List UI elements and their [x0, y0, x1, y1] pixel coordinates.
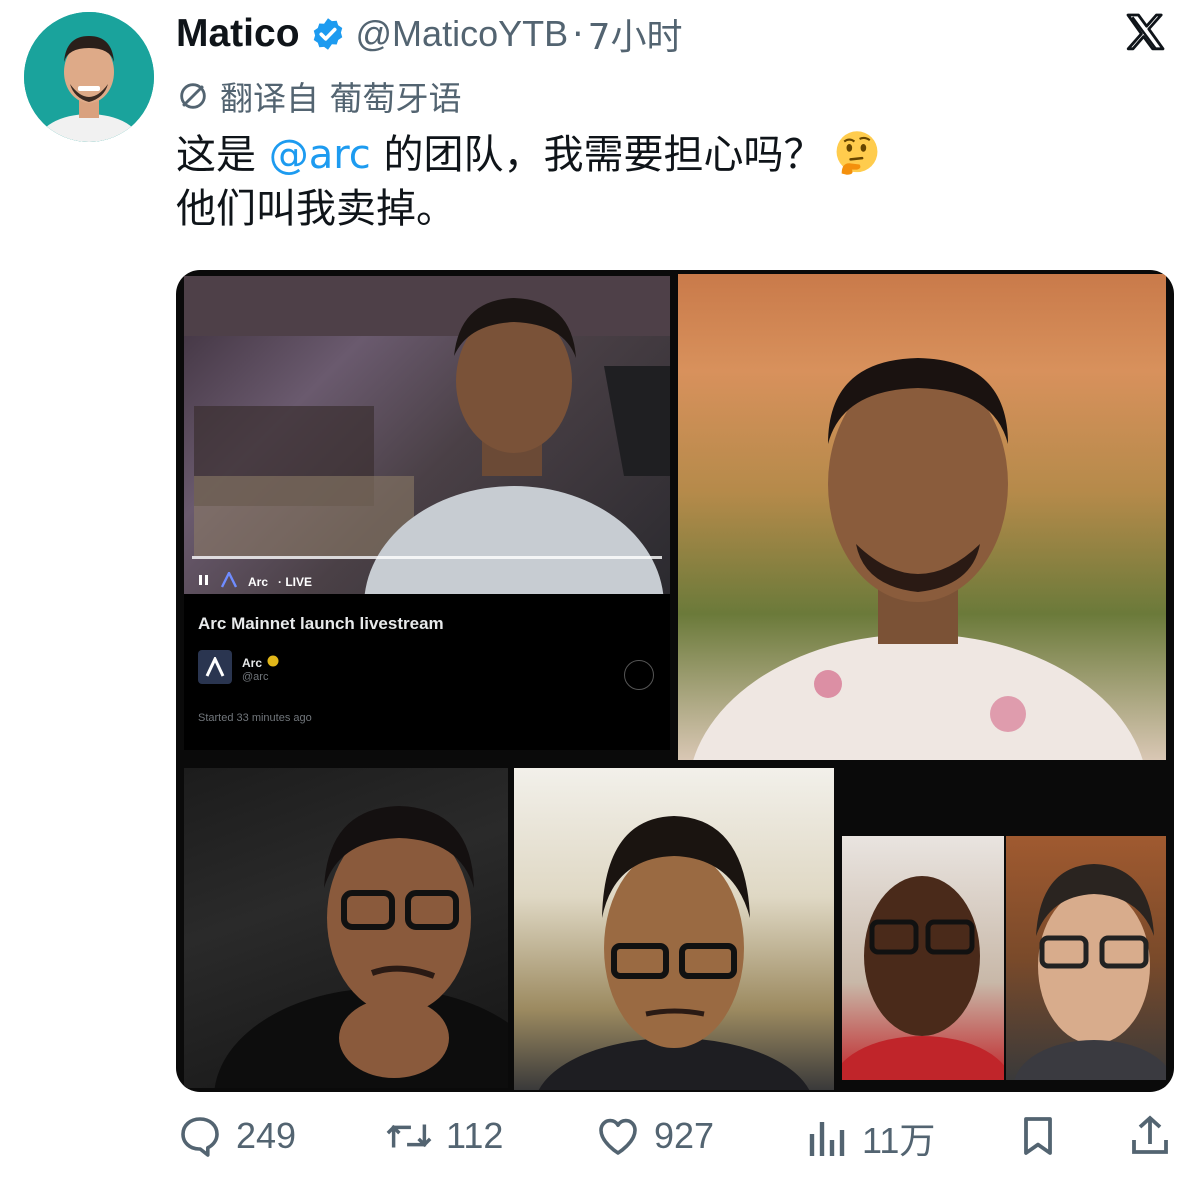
tweet-text: 这是 @arc 的团队，我需要担心吗？ 他们叫我卖掉。 — [176, 128, 1136, 236]
reply-button[interactable]: 249 — [176, 1112, 296, 1160]
header-separator: · — [572, 13, 584, 55]
gold-verified-icon — [267, 655, 279, 666]
tweet-text-before: 这是 — [176, 132, 269, 178]
participant-video-a[interactable] — [678, 274, 1166, 760]
participant-c-image — [538, 816, 810, 1090]
like-button[interactable]: 927 — [594, 1112, 714, 1160]
share-icon[interactable] — [624, 660, 654, 690]
tweet-timestamp[interactable]: 7小时 — [588, 8, 683, 60]
bookmark-button[interactable] — [1014, 1112, 1074, 1160]
like-count: 927 — [654, 1115, 715, 1156]
livestream-video[interactable] — [184, 276, 670, 726]
tweet-text-line-2: 他们叫我卖掉。 — [176, 186, 456, 232]
tweet-header: Matico @MaticoYTB · 7小时 — [176, 8, 682, 60]
arc-logo-icon — [198, 650, 232, 684]
author-handle[interactable]: @MaticoYTB — [356, 13, 569, 55]
author-avatar[interactable] — [24, 12, 154, 142]
tweet-text-after: 的团队，我需要担心吗？ — [370, 132, 824, 178]
share-button[interactable] — [1126, 1112, 1186, 1160]
reply-count: 249 — [236, 1115, 297, 1156]
participant-d1-image — [842, 876, 1012, 1088]
participant-video-b[interactable] — [184, 768, 508, 1088]
translation-note[interactable]: 翻译自 葡萄牙语 — [176, 72, 462, 120]
livestream-account-handle: @arc — [242, 670, 269, 683]
mention-link[interactable]: @arc — [269, 132, 371, 178]
repost-count: 112 — [446, 1115, 504, 1156]
participant-d2-image — [1014, 864, 1166, 1088]
participant-a-image — [693, 358, 1143, 760]
livestream-title[interactable]: Arc Mainnet launch livestream — [198, 614, 444, 634]
views-button[interactable]: 11万 — [806, 1112, 935, 1164]
participant-d2-video[interactable] — [1006, 836, 1166, 1088]
livestream-controls: Arc · LIVE — [198, 570, 313, 591]
live-badge: · LIVE — [278, 574, 313, 589]
participant-d1-video[interactable] — [842, 836, 1012, 1088]
repost-icon — [386, 1124, 432, 1148]
livestream-account[interactable]: Arc @arc — [198, 650, 279, 684]
media-collage[interactable]: Arc · LIVE Arc Mainnet launch livestream… — [176, 270, 1174, 1092]
repost-button[interactable]: 112 — [384, 1112, 503, 1160]
translation-label: 翻译自 葡萄牙语 — [220, 79, 462, 118]
translate-icon — [180, 83, 206, 109]
livestream-account-name: Arc — [242, 655, 263, 670]
x-logo-icon[interactable] — [1122, 10, 1170, 58]
bookmark-icon — [1024, 1117, 1052, 1155]
tweet-action-bar: 249 112 927 11万 — [176, 1112, 1174, 1172]
tweet-text-line-1: 这是 @arc 的团队，我需要担心吗？ — [176, 128, 1136, 182]
livestream-tile[interactable]: Arc · LIVE Arc Mainnet launch livestream… — [184, 276, 670, 750]
livestream-started: Started 33 minutes ago — [198, 712, 312, 724]
livestream-host-image — [184, 276, 670, 726]
playback-scrubber[interactable] — [192, 556, 662, 559]
avatar-image — [24, 12, 154, 142]
author-name[interactable]: Matico — [176, 12, 300, 56]
thinking-face-emoji-icon — [836, 131, 877, 175]
participant-video-d[interactable] — [842, 768, 1166, 1088]
arc-brand-icon — [220, 570, 238, 591]
heart-icon — [599, 1118, 637, 1155]
views-chart-icon — [809, 1122, 845, 1156]
pause-icon[interactable] — [198, 574, 210, 589]
participant-video-c[interactable] — [514, 768, 834, 1090]
reply-icon — [181, 1117, 219, 1157]
verified-badge-icon — [313, 18, 342, 50]
share-icon — [1132, 1115, 1168, 1154]
livestream-brand: Arc — [248, 574, 269, 589]
views-count: 11万 — [862, 1120, 936, 1161]
participant-b-image — [214, 806, 508, 1088]
